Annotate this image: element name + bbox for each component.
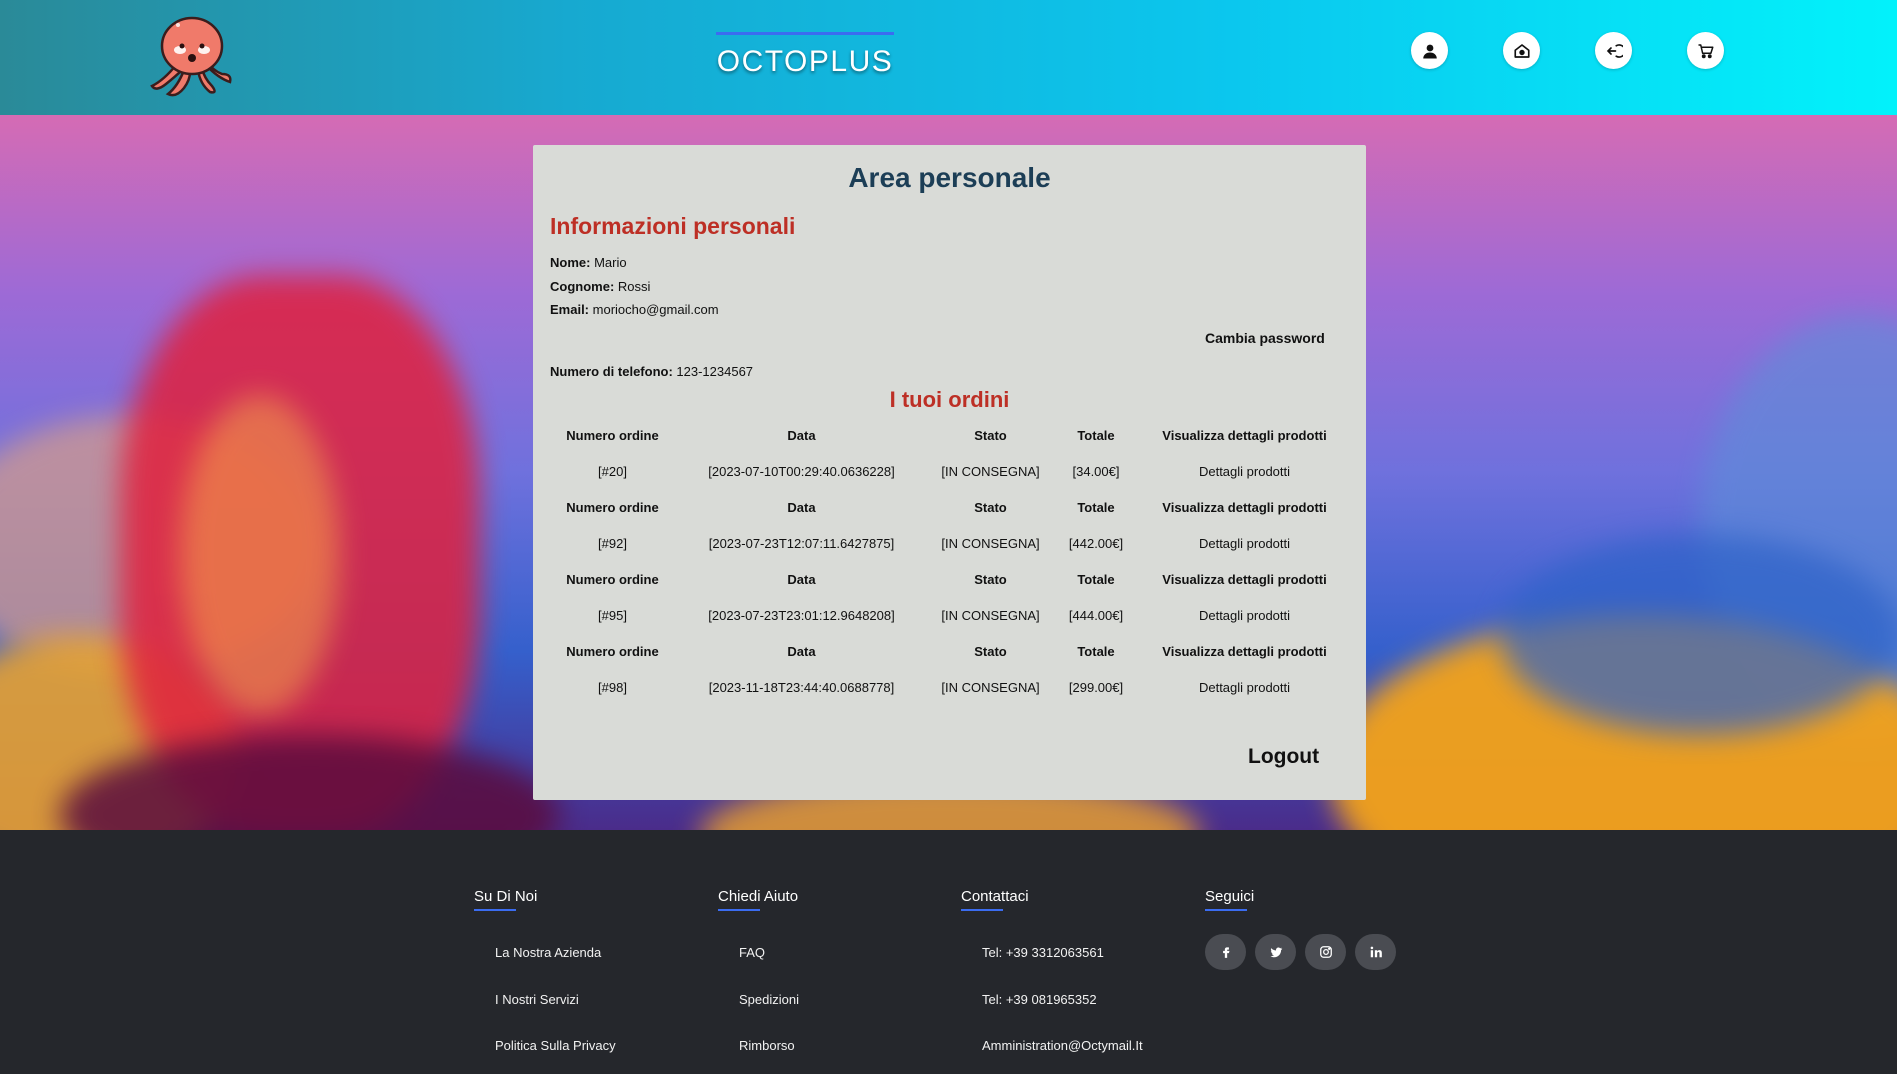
footer-link[interactable]: Tel: +39 081965352 [982,992,1097,1007]
col-stato: Stato [974,427,1007,443]
footer-link[interactable]: Politica Sulla Privacy [495,1038,616,1053]
footer-col-contact: Contattaci Tel: +39 3312063561 Tel: +39 … [961,888,1143,1053]
col-data: Data [787,571,816,587]
orders-header-row: Numero ordine Data Stato Totale Visualiz… [550,561,1350,597]
footer-link[interactable]: La Nostra Azienda [495,945,601,960]
product-details-link[interactable]: Dettagli prodotti [1139,464,1350,479]
col-dettagli: Visualizza dettagli prodotti [1162,499,1327,515]
col-stato: Stato [974,643,1007,659]
nome-label: Nome: [550,255,591,270]
col-totale: Totale [1077,427,1115,443]
personal-info-title: Informazioni personali [550,213,796,239]
change-password-button[interactable]: Cambia password [1205,330,1325,346]
footer-link[interactable]: Tel: +39 3312063561 [982,945,1104,960]
footer-link[interactable]: Spedizioni [739,992,799,1007]
info-nome: Nome: Mario [550,255,627,270]
order-total: [442.00€] [1068,535,1124,551]
col-totale: Totale [1077,643,1115,659]
email-value: moriocho@gmail.com [592,302,719,317]
orders-title: I tuoi ordini [889,387,1010,412]
footer-link[interactable]: Rimborso [739,1038,795,1053]
order-number: [#92] [598,535,627,551]
order-status: [IN CONSEGNA] [941,607,1040,623]
product-details-link[interactable]: Dettagli prodotti [1139,680,1350,695]
col-dettagli: Visualizza dettagli prodotti [1162,427,1327,443]
order-total: [444.00€] [1068,607,1124,623]
order-total: [34.00€] [1072,463,1120,479]
logout-button[interactable]: Logout [1248,745,1319,769]
footer-heading: Seguici [1205,888,1425,911]
order-number: [#98] [598,679,627,695]
order-date: [2023-07-10T00:29:40.0636228] [708,463,895,479]
cart-icon[interactable] [1687,32,1724,69]
col-data: Data [787,499,816,515]
home-icon[interactable] [1503,32,1540,69]
order-number: [#20] [598,463,627,479]
footer-col-help: Chiedi Aiuto FAQ Spedizioni Rimborso [718,888,799,1053]
cognome-label: Cognome: [550,279,615,294]
col-data: Data [787,643,816,659]
col-data: Data [787,427,816,443]
col-totale: Totale [1077,499,1115,515]
footer-link[interactable]: I Nostri Servizi [495,992,579,1007]
order-date: [2023-07-23T23:01:12.9648208] [708,607,895,623]
page-title: Area personale [848,162,1051,193]
orders-header-row: Numero ordine Data Stato Totale Visualiz… [550,633,1350,669]
user-icon[interactable] [1411,32,1448,69]
footer-heading: Contattaci [961,888,1029,911]
col-dettagli: Visualizza dettagli prodotti [1162,643,1327,659]
logout-icon[interactable] [1595,32,1632,69]
table-row: [#95] [2023-07-23T23:01:12.9648208] [IN … [550,597,1350,633]
col-numero: Numero ordine [566,427,659,443]
col-stato: Stato [974,499,1007,515]
col-numero: Numero ordine [566,643,659,659]
col-numero: Numero ordine [566,571,659,587]
footer-link[interactable]: FAQ [739,945,765,960]
site-header: OCTOPLUS [0,0,1897,115]
product-details-link[interactable]: Dettagli prodotti [1139,608,1350,623]
order-number: [#95] [598,607,627,623]
telefono-value: 123-1234567 [676,364,754,379]
orders-table: Numero ordine Data Stato Totale Visualiz… [550,417,1350,705]
info-email: Email: moriocho@gmail.com [550,302,719,317]
footer-heading: Su Di Noi [474,888,537,911]
col-totale: Totale [1077,571,1115,587]
orders-header-row: Numero ordine Data Stato Totale Visualiz… [550,417,1350,453]
footer-col-about: Su Di Noi La Nostra Azienda I Nostri Ser… [474,888,616,1053]
order-date: [2023-11-18T23:44:40.0688778] [708,679,895,695]
linkedin-icon[interactable] [1355,934,1396,970]
site-footer: Su Di Noi La Nostra Azienda I Nostri Ser… [0,830,1897,1074]
info-cognome: Cognome: Rossi [550,279,650,294]
product-details-link[interactable]: Dettagli prodotti [1139,536,1350,551]
col-numero: Numero ordine [566,499,659,515]
facebook-icon[interactable] [1205,934,1246,970]
order-status: [IN CONSEGNA] [941,679,1040,695]
footer-heading: Chiedi Aiuto [718,888,798,911]
table-row: [#98] [2023-11-18T23:44:40.0688778] [IN … [550,669,1350,705]
table-row: [#20] [2023-07-10T00:29:40.0636228] [IN … [550,453,1350,489]
twitter-icon[interactable] [1255,934,1296,970]
col-dettagli: Visualizza dettagli prodotti [1162,571,1327,587]
personal-area-card: Area personale Informazioni personali No… [533,145,1366,800]
info-telefono: Numero di telefono: 123-1234567 [550,364,753,379]
col-stato: Stato [974,571,1007,587]
telefono-label: Numero di telefono: [550,364,673,379]
orders-header-row: Numero ordine Data Stato Totale Visualiz… [550,489,1350,525]
octopus-logo[interactable] [146,10,236,100]
instagram-icon[interactable] [1305,934,1346,970]
email-label: Email: [550,302,590,317]
order-status: [IN CONSEGNA] [941,463,1040,479]
order-status: [IN CONSEGNA] [941,535,1040,551]
cognome-value: Rossi [617,279,651,294]
table-row: [#92] [2023-07-23T12:07:11.6427875] [IN … [550,525,1350,561]
footer-link[interactable]: Amministration@Octymail.It [982,1038,1143,1053]
order-total: [299.00€] [1068,679,1124,695]
nome-value: Mario [594,255,627,270]
order-date: [2023-07-23T12:07:11.6427875] [708,535,895,551]
brand-title[interactable]: OCTOPLUS [716,32,894,79]
